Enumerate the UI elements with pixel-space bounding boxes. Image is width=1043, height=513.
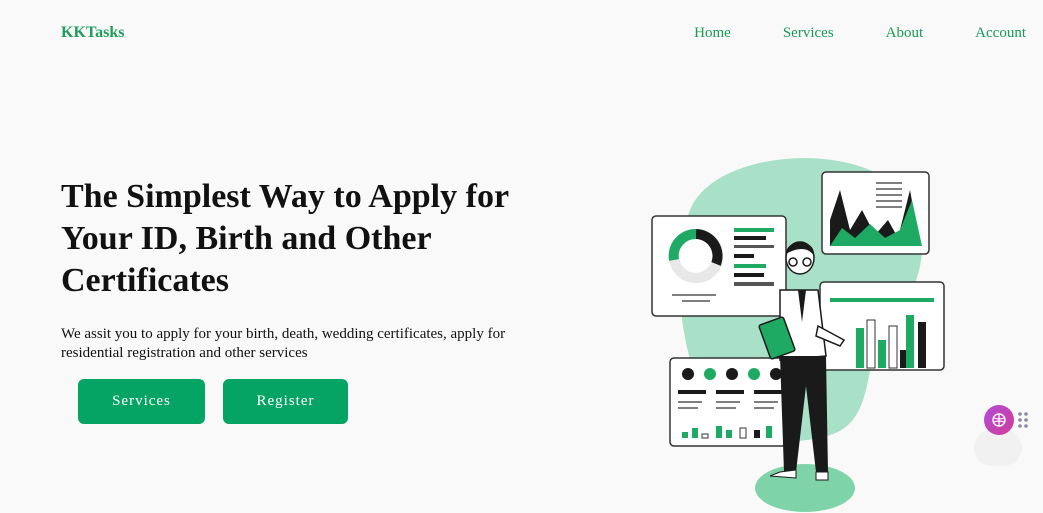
nav-services[interactable]: Services: [783, 25, 834, 42]
brand-logo[interactable]: KKTasks: [61, 24, 124, 42]
grip-dots-icon[interactable]: [1017, 411, 1029, 429]
stats-card: [669, 357, 787, 447]
bar-chart-card: [819, 281, 945, 371]
register-button[interactable]: Register: [223, 379, 348, 424]
dashboard-illustration: [651, 158, 945, 512]
main-nav: Home Services About Account: [642, 25, 1026, 42]
hero-subtitle: We assit you to apply for your birth, de…: [61, 326, 506, 361]
hero-title: The Simplest Way to Apply for Your ID, B…: [61, 178, 509, 299]
brain-icon[interactable]: [984, 405, 1014, 435]
widget-backdrop: [974, 430, 1022, 466]
donut-chart-card: [651, 215, 787, 317]
area-chart-card: [821, 171, 930, 255]
services-button[interactable]: Services: [78, 379, 205, 424]
nav-home[interactable]: Home: [694, 25, 731, 42]
nav-about[interactable]: About: [886, 25, 924, 42]
nav-account[interactable]: Account: [975, 25, 1026, 42]
